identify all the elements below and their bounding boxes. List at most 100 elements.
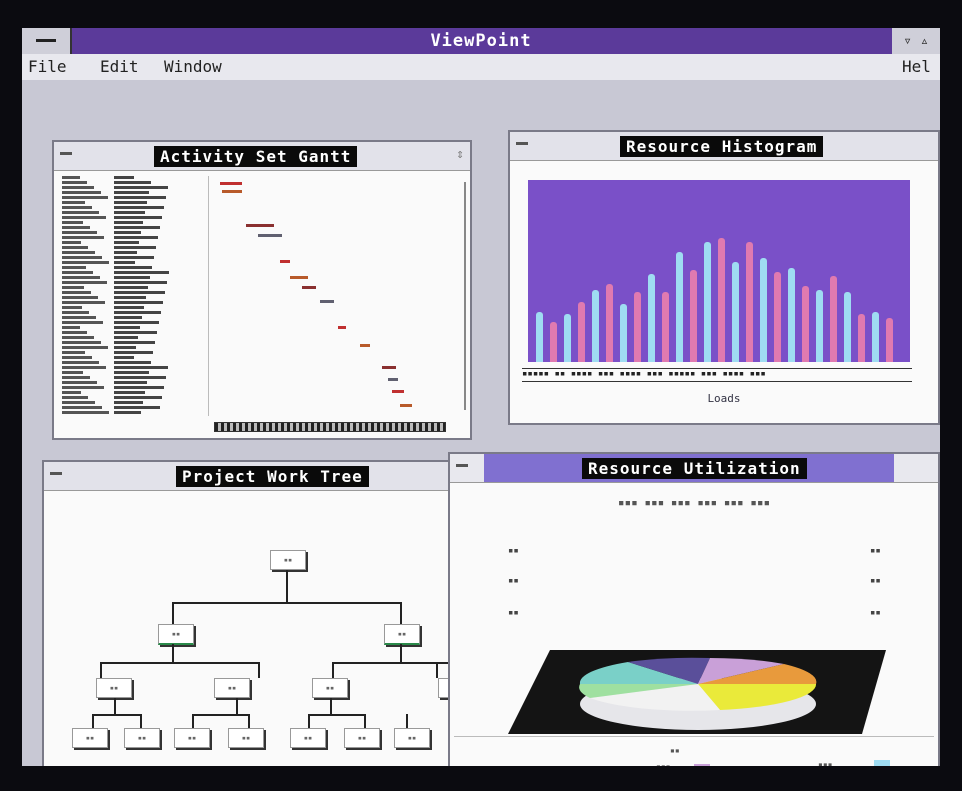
activity-row[interactable] (62, 236, 104, 239)
activity-row[interactable] (62, 256, 102, 259)
activity-name (114, 371, 149, 374)
tree-node[interactable]: ▪▪ (214, 678, 250, 698)
utilization-window[interactable]: Resource Utilization ▪▪▪ ▪▪▪ ▪▪▪ ▪▪▪ ▪▪▪… (448, 452, 940, 766)
activity-row[interactable] (62, 211, 99, 214)
activity-row[interactable] (62, 401, 95, 404)
activity-row[interactable] (62, 291, 91, 294)
activity-row[interactable] (62, 181, 87, 184)
activity-row[interactable] (62, 276, 100, 279)
horizontal-scrollbar[interactable] (214, 422, 446, 432)
activity-row[interactable] (62, 286, 84, 289)
activity-row[interactable] (62, 261, 109, 264)
activity-row[interactable] (62, 231, 97, 234)
window-menu-icon[interactable] (456, 464, 468, 467)
activity-row[interactable] (62, 356, 92, 359)
tree-node[interactable]: ▪▪ (394, 728, 430, 748)
activity-row[interactable] (62, 266, 86, 269)
tree-connector (236, 698, 238, 714)
activity-row[interactable] (62, 331, 87, 334)
activity-row[interactable] (62, 221, 83, 224)
tree-connector (248, 714, 250, 728)
gantt-bar (220, 182, 242, 185)
tree-node[interactable]: ▪▪ (344, 728, 380, 748)
app-title-bar[interactable]: ViewPoint ▿ ▵ (22, 28, 940, 54)
activity-row[interactable] (62, 371, 83, 374)
gantt-title-bar[interactable]: Activity Set Gantt ⇕ (54, 142, 470, 171)
activity-row[interactable] (62, 336, 94, 339)
tree-node[interactable]: ▪▪ (312, 678, 348, 698)
histogram-window[interactable]: Resource Histogram ▪▪▪▪▪ ▪▪ ▪▪▪▪ ▪▪▪ ▪▪▪… (508, 130, 940, 425)
activity-row[interactable] (62, 411, 109, 414)
activity-row[interactable] (62, 366, 106, 369)
tree-node[interactable]: ▪▪ (72, 728, 108, 748)
activity-row[interactable] (62, 406, 102, 409)
restore-icon[interactable]: ⇕ (456, 147, 464, 162)
app-window-controls[interactable]: ▿ ▵ (892, 28, 940, 54)
activity-row[interactable] (62, 351, 85, 354)
activity-row[interactable] (62, 386, 104, 389)
vertical-scrollbar[interactable] (464, 182, 466, 410)
histogram-bar (788, 268, 795, 362)
menu-edit[interactable]: Edit (100, 57, 139, 76)
activity-row[interactable] (62, 321, 103, 324)
activity-row[interactable] (62, 281, 107, 284)
activity-row[interactable] (62, 246, 88, 249)
histogram-bar (536, 312, 543, 362)
window-menu-icon[interactable] (516, 142, 528, 145)
activity-name (114, 236, 158, 239)
activity-row[interactable] (62, 306, 82, 309)
activity-row[interactable] (62, 341, 101, 344)
activity-list[interactable] (58, 176, 209, 416)
activity-row[interactable] (62, 311, 89, 314)
tree-connector (100, 662, 260, 664)
activity-row[interactable] (62, 251, 95, 254)
window-menu-icon[interactable] (60, 152, 72, 155)
work-tree-window[interactable]: Project Work Tree ▪▪ ▪▪ ▪▪ ▪▪ ▪▪ ▪▪ ▪▪ ▪▪ ▪▪ ▪▪ ▪▪… (42, 460, 450, 766)
tree-node[interactable]: ▪▪ (158, 624, 194, 645)
activity-row[interactable] (62, 206, 92, 209)
activity-name (114, 401, 143, 404)
tree-node[interactable]: ▪▪ (228, 728, 264, 748)
menu-window[interactable]: Window (164, 57, 222, 76)
activity-row[interactable] (62, 316, 96, 319)
gantt-window[interactable]: Activity Set Gantt ⇕ (52, 140, 472, 440)
activity-name (114, 251, 137, 254)
activity-row[interactable] (62, 201, 85, 204)
minimize-icon[interactable]: ▿ (903, 33, 911, 49)
activity-row[interactable] (62, 361, 99, 364)
activity-row[interactable] (62, 191, 101, 194)
activity-row[interactable] (62, 301, 105, 304)
tree-node[interactable]: ▪▪ (124, 728, 160, 748)
maximize-icon[interactable]: ▵ (920, 33, 928, 49)
activity-row[interactable] (62, 196, 108, 199)
tree-node[interactable]: ▪▪ (384, 624, 420, 645)
activity-row[interactable] (62, 216, 106, 219)
activity-row[interactable] (62, 176, 80, 179)
activity-row[interactable] (62, 241, 81, 244)
activity-row[interactable] (62, 396, 88, 399)
menu-help[interactable]: Hel (902, 57, 931, 76)
activity-row[interactable] (62, 376, 90, 379)
histogram-plot (528, 180, 910, 362)
tree-node[interactable]: ▪▪ (290, 728, 326, 748)
histogram-title-bar[interactable]: Resource Histogram (510, 132, 938, 161)
activity-row[interactable] (62, 271, 93, 274)
gantt-bar (320, 300, 334, 303)
utilization-title-bar[interactable]: Resource Utilization (450, 454, 938, 483)
tree-node[interactable]: ▪▪ (96, 678, 132, 698)
menu-file[interactable]: File (28, 57, 67, 76)
activity-row[interactable] (62, 391, 81, 394)
tree-connector (114, 698, 116, 714)
activity-row[interactable] (62, 296, 98, 299)
tree-node[interactable]: ▪▪ (174, 728, 210, 748)
window-menu-icon[interactable] (50, 472, 62, 475)
activity-row[interactable] (62, 346, 108, 349)
activity-row[interactable] (62, 186, 94, 189)
work-tree-title-bar[interactable]: Project Work Tree (44, 462, 448, 491)
histogram-bar (606, 284, 613, 362)
activity-row[interactable] (62, 326, 80, 329)
activity-row[interactable] (62, 381, 97, 384)
tree-node[interactable]: ▪▪ (270, 550, 306, 570)
activity-row[interactable] (62, 226, 90, 229)
activity-name (114, 311, 161, 314)
